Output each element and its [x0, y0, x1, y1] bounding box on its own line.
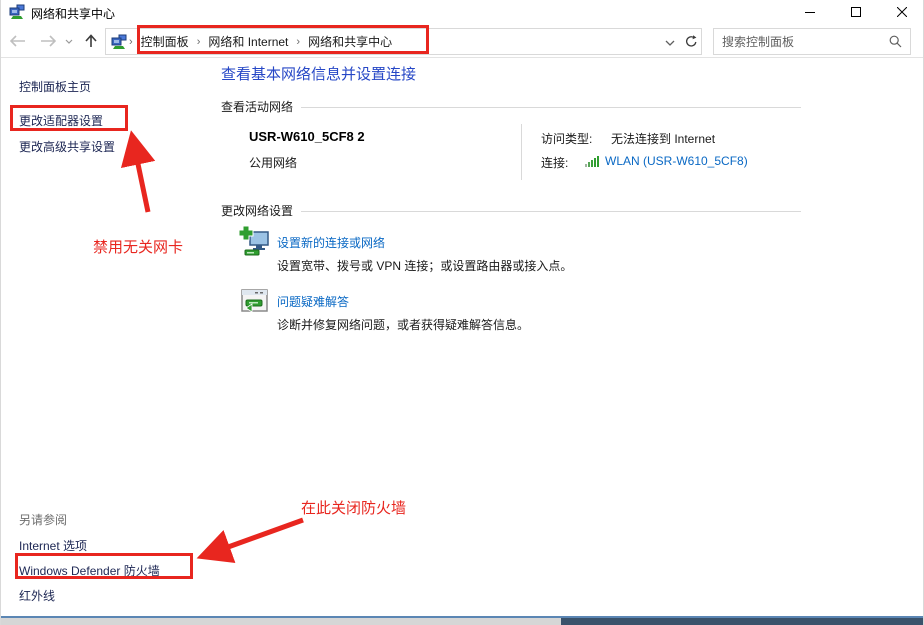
annotation-label-firewall: 在此关闭防火墙	[301, 497, 406, 518]
task-troubleshoot-desc: 诊断并修复网络问题，或者获得疑难解答信息。	[277, 316, 529, 333]
address-dropdown-button[interactable]	[665, 33, 681, 51]
up-button[interactable]	[80, 30, 102, 52]
back-button[interactable]	[7, 30, 29, 52]
annotation-arrow-firewall	[206, 520, 303, 555]
section-view-active-networks: 查看活动网络	[221, 98, 801, 115]
network-profile: 公用网络	[249, 154, 297, 171]
sidebar-item-change-advanced-sharing[interactable]: 更改高级共享设置	[19, 138, 115, 155]
network-sharing-center-window: 网络和共享中心	[0, 0, 924, 625]
access-type-label: 访问类型:	[541, 130, 592, 147]
history-dropdown-button[interactable]	[62, 34, 76, 48]
back-arrow-icon	[10, 35, 26, 47]
refresh-icon	[685, 35, 698, 48]
close-icon	[897, 7, 907, 17]
network-name: USR-W610_5CF8 2	[249, 129, 365, 144]
background-strip-right	[561, 618, 924, 625]
section-change-network-settings: 更改网络设置	[221, 202, 801, 219]
see-also-header: 另请参阅	[19, 511, 67, 528]
task-setup-connection-desc: 设置宽带、拨号或 VPN 连接；或设置路由器或接入点。	[277, 257, 572, 274]
page-title: 查看基本网络信息并设置连接	[221, 63, 416, 84]
task-troubleshoot-link[interactable]: 问题疑难解答	[277, 293, 349, 310]
forward-button[interactable]	[37, 30, 59, 52]
network-icon	[9, 4, 25, 20]
chevron-down-icon	[665, 40, 675, 46]
titlebar: 网络和共享中心	[1, 0, 924, 24]
connection-label: 连接:	[541, 154, 568, 171]
close-button[interactable]	[879, 0, 924, 24]
network-info-divider	[521, 124, 522, 180]
sidebar-item-control-panel-home[interactable]: 控制面板主页	[19, 78, 91, 95]
window-title: 网络和共享中心	[31, 5, 115, 22]
annotation-arrow-adapter	[133, 140, 148, 212]
task-setup-connection-link[interactable]: 设置新的连接或网络	[277, 234, 385, 251]
sidebar-item-internet-options[interactable]: Internet 选项	[19, 537, 87, 554]
wifi-signal-icon	[585, 155, 601, 167]
minimize-button[interactable]	[787, 0, 833, 24]
refresh-button[interactable]	[681, 28, 702, 55]
annotation-box-adapter-settings	[10, 105, 128, 131]
new-connection-icon	[239, 226, 271, 258]
access-type-value: 无法连接到 Internet	[611, 130, 715, 147]
section-label: 更改网络设置	[221, 202, 293, 219]
maximize-button[interactable]	[833, 0, 879, 24]
breadcrumb-separator: ›	[127, 36, 135, 48]
annotation-arrows	[1, 0, 924, 625]
troubleshoot-icon	[241, 289, 268, 316]
annotation-label-adapter: 禁用无关网卡	[93, 236, 183, 257]
up-arrow-icon	[85, 34, 97, 48]
section-divider-line	[301, 107, 801, 108]
forward-arrow-icon	[40, 35, 56, 47]
chevron-down-icon	[65, 39, 73, 44]
search-box	[713, 28, 911, 55]
wlan-connection-link[interactable]: WLAN (USR-W610_5CF8)	[605, 154, 748, 168]
minimize-icon	[805, 7, 815, 17]
annotation-box-breadcrumb	[137, 25, 429, 54]
location-network-icon	[111, 34, 127, 50]
sidebar-item-infrared[interactable]: 红外线	[19, 587, 55, 604]
search-input[interactable]	[714, 35, 889, 49]
maximize-icon	[851, 7, 861, 17]
section-divider-line	[301, 211, 801, 212]
background-strip-left	[1, 618, 561, 625]
search-icon[interactable]	[889, 35, 910, 48]
annotation-box-firewall	[15, 553, 193, 579]
section-label: 查看活动网络	[221, 98, 293, 115]
